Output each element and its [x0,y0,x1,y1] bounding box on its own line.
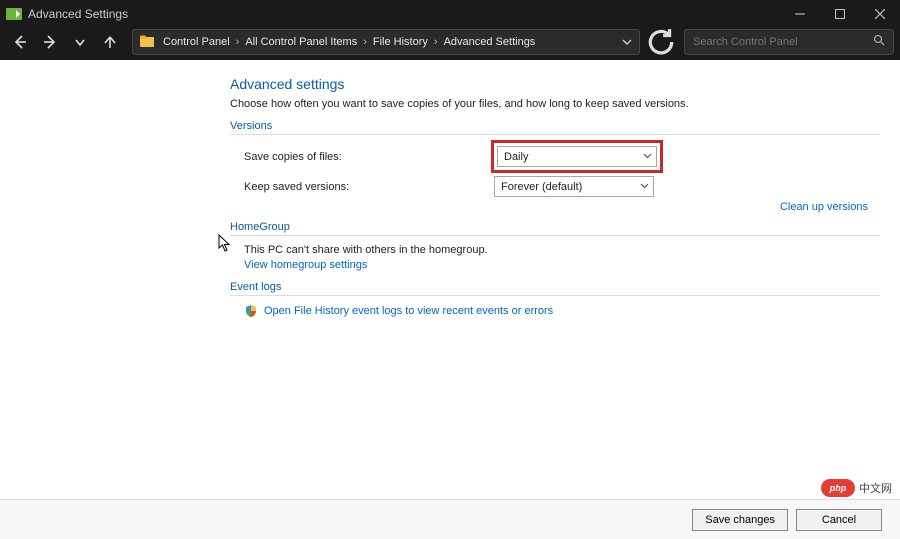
address-dropdown-button[interactable] [615,30,639,54]
title-bar: Advanced Settings [0,0,900,28]
breadcrumb-item[interactable]: Control Panel [161,36,232,48]
breadcrumb-item[interactable]: Advanced Settings [442,36,538,48]
save-changes-button[interactable]: Save changes [692,509,788,531]
search-box[interactable] [684,29,894,55]
highlight-box: Daily [491,140,663,173]
control-panel-icon [139,34,155,50]
homegroup-link[interactable]: View homegroup settings [244,259,367,271]
keep-versions-label: Keep saved versions: [244,181,494,193]
maximize-button[interactable] [820,0,860,28]
search-input[interactable] [685,36,873,48]
address-bar[interactable]: Control Panel › All Control Panel Items … [132,29,640,55]
up-button[interactable] [96,29,124,55]
forward-button[interactable] [36,29,64,55]
chevron-down-icon [643,151,652,163]
keep-versions-value: Forever (default) [501,181,582,193]
page-heading: Advanced settings [230,76,880,92]
search-icon [873,33,885,51]
eventlogs-link[interactable]: Open File History event logs to view rec… [264,305,553,317]
cancel-button[interactable]: Cancel [796,509,882,531]
content-area: Advanced settings Choose how often you w… [0,60,900,499]
recent-button[interactable] [66,29,94,55]
section-homegroup: HomeGroup [230,221,880,236]
app-icon [6,6,22,22]
chevron-down-icon [640,181,649,193]
refresh-button[interactable] [646,29,676,55]
breadcrumb-item[interactable]: File History [371,36,430,48]
save-copies-label: Save copies of files: [244,151,494,163]
page-description: Choose how often you want to save copies… [230,98,880,110]
watermark: php 中文网 [821,479,892,497]
section-versions: Versions [230,120,880,135]
footer-bar: Save changes Cancel [0,499,900,539]
chevron-right-icon: › [430,36,442,48]
keep-versions-select[interactable]: Forever (default) [494,176,654,197]
breadcrumb-item[interactable]: All Control Panel Items [243,36,359,48]
cleanup-versions-link[interactable]: Clean up versions [780,201,868,213]
watermark-text: 中文网 [859,480,892,496]
homegroup-text: This PC can't share with others in the h… [230,244,880,256]
minimize-button[interactable] [780,0,820,28]
save-copies-select[interactable]: Daily [497,146,657,167]
back-button[interactable] [6,29,34,55]
close-button[interactable] [860,0,900,28]
window-title: Advanced Settings [28,7,128,21]
save-copies-value: Daily [504,151,528,163]
chevron-right-icon: › [232,36,244,48]
php-logo: php [821,479,855,497]
shield-icon [244,304,258,318]
section-eventlogs: Event logs [230,281,880,296]
breadcrumb: Control Panel › All Control Panel Items … [161,36,615,48]
nav-bar: Control Panel › All Control Panel Items … [0,28,900,60]
chevron-right-icon: › [359,36,371,48]
